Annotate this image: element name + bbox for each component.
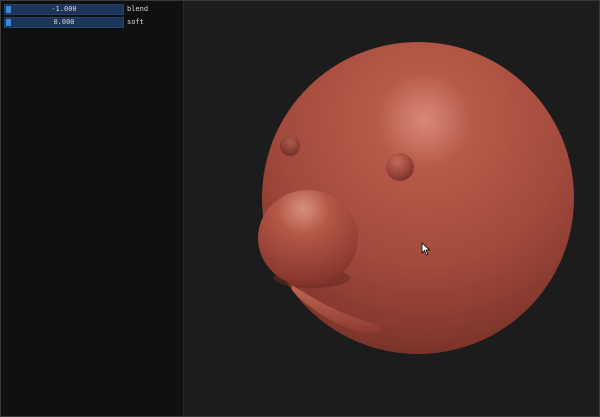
arrow-cursor-icon <box>421 242 431 256</box>
blend-slider-value: -1.000 <box>51 5 77 13</box>
nose <box>258 190 358 286</box>
app-window: -1.000 blend 0.000 soft <box>0 0 600 417</box>
blend-slider[interactable]: -1.000 <box>4 4 124 15</box>
left-eye <box>280 136 300 156</box>
sculpted-head-render <box>258 42 574 354</box>
right-eye <box>386 153 414 181</box>
3d-viewport[interactable] <box>184 0 600 417</box>
soft-slider[interactable]: 0.000 <box>4 17 124 28</box>
blend-slider-row: -1.000 blend <box>4 4 148 15</box>
soft-slider-value: 0.000 <box>53 18 75 26</box>
soft-slider-row: 0.000 soft <box>4 17 144 28</box>
controls-panel: -1.000 blend 0.000 soft <box>0 0 184 417</box>
blend-slider-label: blend <box>127 5 149 13</box>
soft-slider-label: soft <box>127 18 144 26</box>
